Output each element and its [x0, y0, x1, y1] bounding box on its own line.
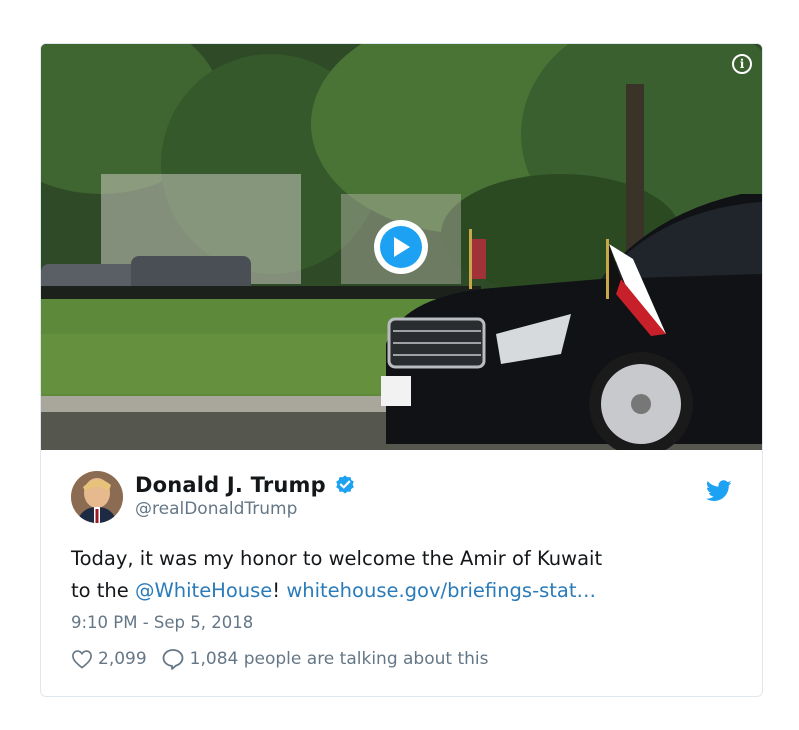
mention-link[interactable]: @WhiteHouse — [135, 579, 272, 602]
speech-bubble-icon — [162, 649, 184, 670]
talking-count: 1,084 people are talking about this — [189, 649, 489, 669]
tweet-header: Donald J. Trump @realDonaldTrump — [71, 450, 732, 530]
embedded-tweet-card[interactable]: i Donald J. Trump @realDonaldTrump Today… — [40, 43, 763, 697]
heart-icon — [72, 650, 92, 669]
tweet-text-line2-start: to the — [71, 579, 135, 602]
tweet-text-line1: Today, it was my honor to welcome the Am… — [71, 547, 603, 570]
verified-badge-icon — [336, 475, 354, 494]
display-name[interactable]: Donald J. Trump — [135, 473, 326, 497]
play-button[interactable] — [374, 220, 428, 274]
like-count: 2,099 — [98, 649, 147, 669]
tweet-body: Donald J. Trump @realDonaldTrump Today, … — [41, 450, 762, 670]
conversation-button[interactable]: 1,084 people are talking about this — [161, 648, 489, 670]
display-name-row[interactable]: Donald J. Trump — [135, 473, 356, 497]
video-thumbnail[interactable]: i — [41, 44, 762, 450]
author-names: Donald J. Trump @realDonaldTrump — [135, 473, 356, 519]
url-link[interactable]: whitehouse.gov/briefings-stat… — [286, 579, 596, 602]
tweet-text: Today, it was my honor to welcome the Am… — [71, 543, 732, 607]
avatar-image — [71, 471, 123, 523]
tweet-text-punct: ! — [272, 579, 287, 602]
tweet-timestamp[interactable]: 9:10 PM - Sep 5, 2018 — [71, 613, 732, 632]
info-icon[interactable]: i — [732, 54, 752, 74]
tweet-actions: 2,099 1,084 people are talking about thi… — [71, 648, 732, 670]
twitter-bird-icon[interactable] — [706, 480, 732, 502]
like-button[interactable]: 2,099 — [71, 649, 147, 669]
avatar[interactable] — [71, 471, 123, 523]
play-icon — [380, 226, 422, 268]
handle[interactable]: @realDonaldTrump — [135, 499, 356, 519]
